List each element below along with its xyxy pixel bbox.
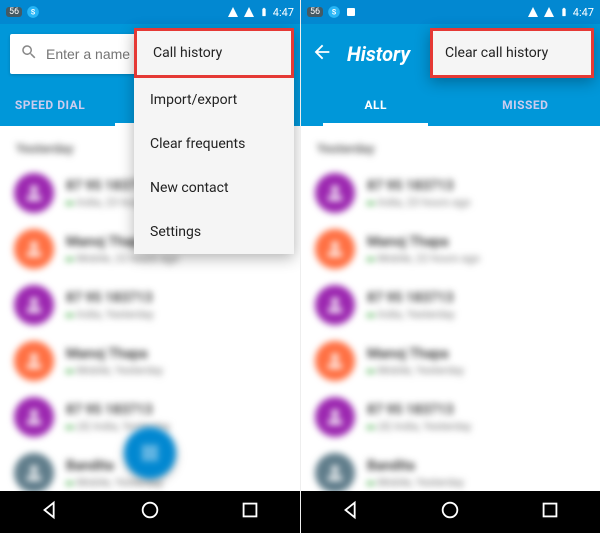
- list-item[interactable]: Manoj Thapa ▸▸ Mobile, Yesterday: [0, 333, 300, 389]
- avatar: [14, 397, 54, 437]
- nav-recent-icon[interactable]: [239, 499, 261, 525]
- search-icon: [20, 43, 38, 65]
- clock: 4:47: [573, 6, 594, 19]
- android-navbar: [0, 491, 300, 533]
- notif-count-badge: 56: [6, 7, 22, 17]
- nav-back-icon[interactable]: [340, 499, 362, 525]
- row-title: Bandita: [66, 458, 163, 474]
- avatar: [14, 341, 54, 381]
- status-bar: 56 4:47: [301, 0, 600, 24]
- list-item[interactable]: 87 95 183713 ▸▸ (4) India, Yesterday: [0, 389, 300, 445]
- row-subtitle: ▸▸ Mobile, Yesterday: [66, 476, 163, 489]
- row-subtitle: ▸▸ India, 23 hours ago: [367, 196, 471, 209]
- avatar: [14, 453, 54, 493]
- row-title: 87 95 183713: [367, 290, 455, 306]
- row-text: 87 95 183713 ▸▸ India, Yesterday: [66, 290, 154, 321]
- avatar: [14, 173, 54, 213]
- avatar: [315, 341, 355, 381]
- signal-icon: [243, 6, 255, 18]
- row-title: Manoj Thapa: [66, 346, 163, 362]
- notif-count-badge: 56: [307, 7, 323, 17]
- signal-icon: [227, 6, 239, 18]
- list-item[interactable]: 87 95 183713 ▸▸ India, Yesterday: [0, 277, 300, 333]
- list-item[interactable]: Manoj Thapa ▸▸ Mobile, Yesterday: [301, 333, 600, 389]
- row-text: Bandita ▸▸ Mobile, Yesterday: [66, 458, 163, 489]
- menu-item-label: Clear call history: [445, 45, 548, 61]
- tab-speed-dial[interactable]: SPEED DIAL: [0, 84, 100, 126]
- list-item[interactable]: 87 95 183713 ▸▸ India, 23 hours ago: [301, 165, 600, 221]
- row-title: 87 95 183713: [367, 402, 471, 418]
- section-label: Yesterday: [301, 134, 600, 165]
- row-subtitle: ▸▸ India, Yesterday: [66, 308, 154, 321]
- phone-right: 56 4:47 History ALL MISSED Yesterday 87 …: [300, 0, 600, 533]
- nav-home-icon[interactable]: [139, 499, 161, 525]
- battery-icon: [259, 5, 269, 19]
- call-list: Yesterday 87 95 183713 ▸▸ India, 23 hours…: [301, 126, 600, 533]
- row-title: Bandita: [367, 458, 464, 474]
- avatar: [315, 229, 355, 269]
- menu-import-export[interactable]: Import/export: [134, 78, 294, 122]
- tab-label: ALL: [364, 98, 387, 112]
- row-title: 87 95 183713: [66, 290, 154, 306]
- row-text: 87 95 183713 ▸▸ (4) India, Yesterday: [367, 402, 471, 433]
- row-subtitle: ▸▸ Mobile, Yesterday: [367, 364, 464, 377]
- nav-recent-icon[interactable]: [539, 499, 561, 525]
- gallery-icon: [345, 6, 357, 18]
- menu-clear-frequents[interactable]: Clear frequents: [134, 122, 294, 166]
- tab-label: SPEED DIAL: [15, 98, 85, 112]
- clock: 4:47: [273, 6, 294, 19]
- row-subtitle: ▸▸ Mobile, 22 hours ago: [367, 252, 480, 265]
- android-navbar: [301, 491, 600, 533]
- row-subtitle: ▸▸ Mobile, Yesterday: [367, 476, 464, 489]
- avatar: [14, 285, 54, 325]
- tab-all[interactable]: ALL: [301, 84, 451, 126]
- list-item[interactable]: 87 95 183713 ▸▸ (4) India, Yesterday: [301, 389, 600, 445]
- list-item[interactable]: Manoj Thapa ▸▸ Mobile, 22 hours ago: [301, 221, 600, 277]
- avatar: [315, 173, 355, 213]
- phone-left: 56 4:47 SPEED DIAL R Yesterday 87 95 18: [0, 0, 300, 533]
- overflow-menu: Call history Import/export Clear frequen…: [134, 28, 294, 254]
- status-bar: 56 4:47: [0, 0, 300, 24]
- row-title: Manoj Thapa: [367, 234, 480, 250]
- skype-icon: [327, 5, 341, 19]
- dual-screenshot-container: 56 4:47 SPEED DIAL R Yesterday 87 95 18: [0, 0, 600, 533]
- row-subtitle: ▸▸ Mobile, Yesterday: [66, 364, 163, 377]
- menu-settings[interactable]: Settings: [134, 210, 294, 254]
- nav-back-icon[interactable]: [39, 499, 61, 525]
- row-subtitle: ▸▸ (4) India, Yesterday: [367, 420, 471, 433]
- skype-icon: [26, 5, 40, 19]
- row-text: Manoj Thapa ▸▸ Mobile, Yesterday: [66, 346, 163, 377]
- row-text: Manoj Thapa ▸▸ Mobile, 22 hours ago: [367, 234, 480, 265]
- row-text: Manoj Thapa ▸▸ Mobile, Yesterday: [367, 346, 464, 377]
- battery-icon: [559, 5, 569, 19]
- row-subtitle: ▸▸ India, Yesterday: [367, 308, 455, 321]
- avatar: [315, 397, 355, 437]
- list-item[interactable]: 87 95 183713 ▸▸ India, Yesterday: [301, 277, 600, 333]
- row-text: 87 95 183713 ▸▸ India, 23 hours ago: [367, 178, 471, 209]
- tabs: ALL MISSED: [301, 84, 600, 126]
- avatar: [315, 285, 355, 325]
- nav-home-icon[interactable]: [439, 499, 461, 525]
- dialpad-fab[interactable]: [124, 427, 176, 479]
- row-title: 87 95 183713: [66, 402, 170, 418]
- row-title: 87 95 183713: [367, 178, 471, 194]
- avatar: [315, 453, 355, 493]
- signal-icon: [527, 6, 539, 18]
- row-subtitle: ▸▸ (4) India, Yesterday: [66, 420, 170, 433]
- menu-call-history[interactable]: Call history: [134, 28, 294, 78]
- row-text: Bandita ▸▸ Mobile, Yesterday: [367, 458, 464, 489]
- signal-icon: [543, 6, 555, 18]
- avatar: [14, 229, 54, 269]
- row-title: Manoj Thapa: [367, 346, 464, 362]
- menu-new-contact[interactable]: New contact: [134, 166, 294, 210]
- row-text: 87 95 183713 ▸▸ India, Yesterday: [367, 290, 455, 321]
- back-button[interactable]: [311, 41, 333, 67]
- tab-label: MISSED: [502, 98, 548, 112]
- page-title: History: [347, 42, 410, 66]
- menu-clear-call-history[interactable]: Clear call history: [430, 28, 594, 78]
- tab-missed[interactable]: MISSED: [451, 84, 600, 126]
- row-text: 87 95 183713 ▸▸ (4) India, Yesterday: [66, 402, 170, 433]
